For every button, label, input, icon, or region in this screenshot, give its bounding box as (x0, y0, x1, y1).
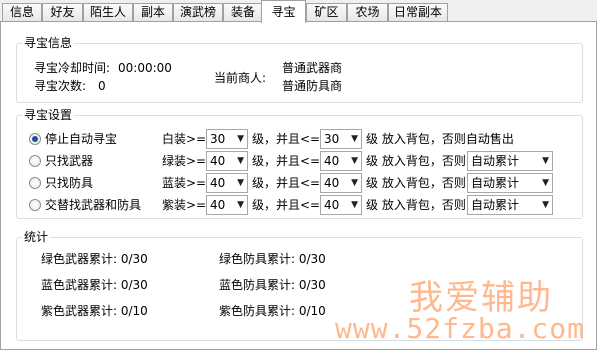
blue-action-select[interactable]: 自动累计 ▼ (467, 173, 553, 193)
treasure-info-title: 寻宝信息 (22, 35, 75, 51)
select-value: 自动累计 (471, 176, 520, 190)
chevron-down-icon: ▼ (351, 134, 358, 144)
green-mid-label: 级，并且<= (252, 154, 321, 168)
tab-bar: 信息 好友 陌生人 副本 演武榜 装备 寻宝 矿区 农场 日常副本 (0, 0, 597, 23)
radio-unchecked-icon (29, 199, 41, 211)
mode-label: 停止自动寻宝 (45, 132, 118, 146)
tab-strangers[interactable]: 陌生人 (83, 3, 133, 22)
purple-min-select[interactable]: 40 ▼ (206, 195, 248, 215)
blue-suffix-label: 级 放入背包，否则 (366, 176, 466, 190)
merchant-weapon: 普通武器商 (282, 61, 343, 75)
purple-action-select[interactable]: 自动累计 ▼ (467, 195, 553, 215)
green-suffix-label: 级 放入背包，否则 (366, 154, 466, 168)
purple-min-label: 紫装>= (162, 198, 207, 212)
mode-label: 只找防具 (45, 176, 94, 190)
chevron-down-icon: ▼ (237, 134, 244, 144)
mode-label: 交替找武器和防具 (45, 198, 142, 212)
mode-stop-radio[interactable]: 停止自动寻宝 (29, 131, 117, 147)
watermark-url: www.52fzba.com (334, 312, 585, 345)
blue-min-label: 蓝装>= (162, 176, 207, 190)
tab-info[interactable]: 信息 (2, 3, 42, 22)
stats-title: 统计 (22, 229, 51, 245)
select-value: 自动累计 (471, 154, 520, 168)
stat-purple-weapon: 紫色武器累计: 0/10 (41, 304, 148, 318)
treasure-settings-group: 寻宝设置 停止自动寻宝 只找武器 只找防具 交替找武器和防具 白装>= 30 ▼ … (16, 107, 583, 219)
select-value: 40 (324, 198, 340, 212)
mode-weapon-radio[interactable]: 只找武器 (29, 153, 93, 169)
mode-alternate-radio[interactable]: 交替找武器和防具 (29, 197, 141, 213)
green-max-select[interactable]: 40 ▼ (320, 151, 362, 171)
tab-mine[interactable]: 矿区 (306, 3, 347, 22)
tab-daily-dungeon[interactable]: 日常副本 (388, 3, 448, 22)
chevron-down-icon: ▼ (237, 156, 244, 166)
cooldown-label: 寻宝冷却时间: (34, 61, 111, 75)
watermark-logo: 我爱辅助 (409, 278, 553, 318)
white-min-label: 白装>= (162, 132, 207, 146)
radio-unchecked-icon (29, 155, 41, 167)
stat-green-weapon: 绿色武器累计: 0/30 (41, 252, 148, 266)
mode-armor-radio[interactable]: 只找防具 (29, 175, 93, 191)
tab-equipment[interactable]: 装备 (223, 3, 263, 22)
select-value: 40 (210, 154, 226, 168)
tab-dungeon[interactable]: 副本 (133, 3, 173, 22)
purple-mid-label: 级，并且<= (252, 198, 321, 212)
chevron-down-icon: ▼ (351, 178, 358, 188)
select-value: 自动累计 (471, 198, 520, 212)
tab-treasure[interactable]: 寻宝 (261, 0, 306, 23)
stat-green-armor: 绿色防具累计: 0/30 (219, 252, 326, 266)
select-value: 30 (324, 132, 340, 146)
green-min-label: 绿装>= (162, 154, 207, 168)
chevron-down-icon: ▼ (542, 156, 549, 166)
count-label: 寻宝次数: (34, 79, 87, 93)
chevron-down-icon: ▼ (542, 178, 549, 188)
stat-blue-armor: 蓝色防具累计: 0/30 (219, 278, 326, 292)
radio-checked-icon (29, 133, 41, 145)
white-mid-label: 级，并且<= (252, 132, 321, 146)
white-max-select[interactable]: 30 ▼ (320, 129, 362, 149)
count-value: 0 (98, 79, 106, 93)
blue-max-select[interactable]: 40 ▼ (320, 173, 362, 193)
chevron-down-icon: ▼ (237, 200, 244, 210)
chevron-down-icon: ▼ (351, 156, 358, 166)
stat-purple-armor: 紫色防具累计: 0/10 (219, 304, 326, 318)
mode-label: 只找武器 (45, 154, 94, 168)
purple-max-select[interactable]: 40 ▼ (320, 195, 362, 215)
blue-min-select[interactable]: 40 ▼ (206, 173, 248, 193)
chevron-down-icon: ▼ (542, 200, 549, 210)
select-value: 40 (210, 176, 226, 190)
treasure-info-group: 寻宝信息 寻宝冷却时间: 00:00:00 寻宝次数: 0 当前商人: 普通武器… (16, 35, 583, 103)
select-value: 30 (210, 132, 226, 146)
tab-ranking[interactable]: 演武榜 (173, 3, 223, 22)
white-suffix-label: 级 放入背包，否则自动售出 (366, 132, 514, 146)
merchant-armor: 普通防具商 (282, 79, 343, 93)
purple-suffix-label: 级 放入背包，否则 (366, 198, 466, 212)
cooldown-value: 00:00:00 (118, 61, 172, 75)
green-action-select[interactable]: 自动累计 ▼ (467, 151, 553, 171)
select-value: 40 (210, 198, 226, 212)
chevron-down-icon: ▼ (351, 200, 358, 210)
stat-blue-weapon: 蓝色武器累计: 0/30 (41, 278, 148, 292)
chevron-down-icon: ▼ (237, 178, 244, 188)
tab-friends[interactable]: 好友 (42, 3, 83, 22)
tab-farm[interactable]: 农场 (347, 3, 388, 22)
green-min-select[interactable]: 40 ▼ (206, 151, 248, 171)
select-value: 40 (324, 176, 340, 190)
merchant-label: 当前商人: (214, 71, 267, 85)
radio-unchecked-icon (29, 177, 41, 189)
blue-mid-label: 级，并且<= (252, 176, 321, 190)
select-value: 40 (324, 154, 340, 168)
treasure-settings-title: 寻宝设置 (22, 107, 75, 123)
white-min-select[interactable]: 30 ▼ (206, 129, 248, 149)
